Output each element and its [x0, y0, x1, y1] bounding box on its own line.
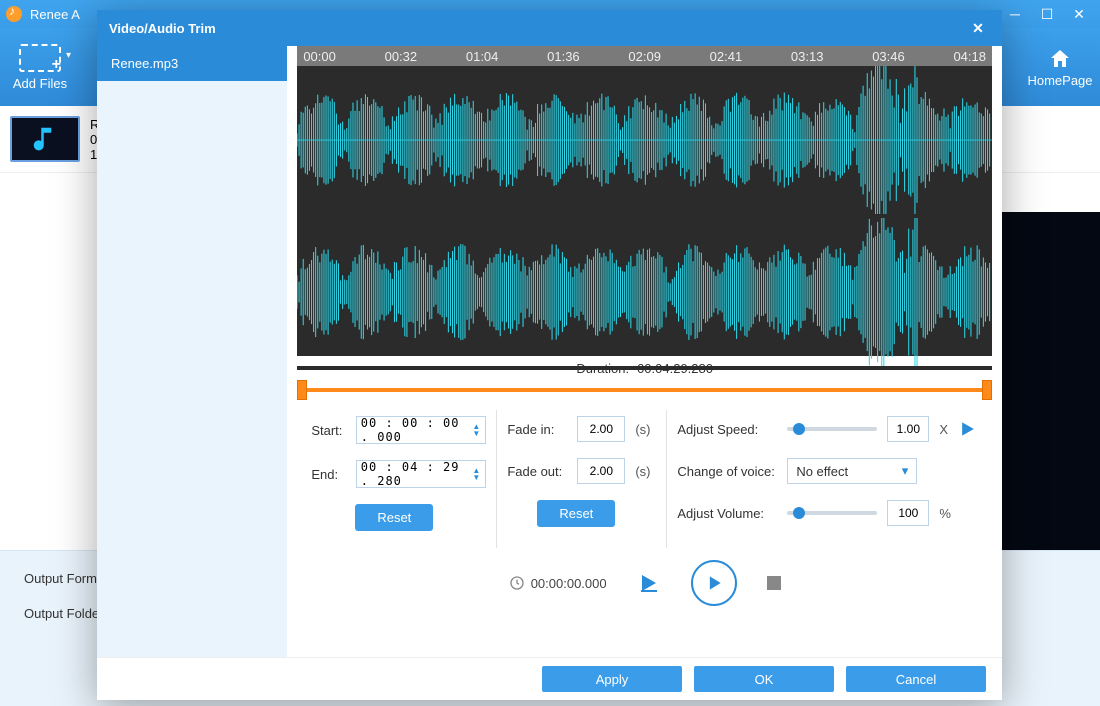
- start-down-icon[interactable]: ▼: [471, 430, 481, 437]
- timeline-ruler[interactable]: 00:00 00:32 01:04 01:36 02:09 02:41 03:1…: [297, 46, 992, 66]
- end-label: End:: [311, 467, 345, 482]
- window-close-button[interactable]: ✕: [1064, 3, 1094, 25]
- fadeout-unit: (s): [635, 464, 650, 479]
- speed-slider[interactable]: [787, 427, 877, 431]
- trim-handle-end[interactable]: [982, 380, 992, 400]
- volume-unit: %: [939, 506, 951, 521]
- chevron-down-icon: ▾: [902, 463, 909, 479]
- end-down-icon[interactable]: ▼: [471, 474, 481, 481]
- end-time-input[interactable]: 00 : 04 : 29 . 280 ▲▼: [356, 460, 487, 488]
- dialog-footer: Apply OK Cancel: [97, 657, 1002, 700]
- trim-range-bar[interactable]: [297, 380, 992, 400]
- home-icon: [1048, 47, 1072, 71]
- cancel-button[interactable]: Cancel: [846, 666, 986, 692]
- start-time-input[interactable]: 00 : 00 : 00 . 000 ▲▼: [356, 416, 487, 444]
- fadeout-label: Fade out:: [507, 464, 567, 479]
- trim-dialog: Video/Audio Trim ✕ Renee.mp3 00:00 00:32…: [97, 10, 1002, 700]
- trim-reset-button[interactable]: Reset: [355, 504, 433, 531]
- fadeout-input[interactable]: [577, 458, 625, 484]
- volume-value-input[interactable]: [887, 500, 929, 526]
- fadein-input[interactable]: [577, 416, 625, 442]
- homepage-button[interactable]: HomePage: [1020, 28, 1100, 106]
- fadein-label: Fade in:: [507, 422, 567, 437]
- preview-panel: [1000, 212, 1100, 592]
- add-files-icon: [19, 44, 61, 72]
- dialog-sidebar: Renee.mp3: [97, 46, 287, 657]
- music-note-icon: [30, 124, 60, 154]
- play-button[interactable]: [691, 560, 737, 606]
- volume-slider[interactable]: [787, 511, 877, 515]
- voice-select[interactable]: No effect ▾: [787, 458, 917, 484]
- trim-track: [303, 388, 986, 392]
- playback-time: 00:00:00.000: [509, 575, 607, 591]
- fade-reset-button[interactable]: Reset: [537, 500, 615, 527]
- dialog-close-button[interactable]: ✕: [966, 16, 990, 40]
- trim-handle-start[interactable]: [297, 380, 307, 400]
- fadein-unit: (s): [635, 422, 650, 437]
- window-minimize-button[interactable]: ─: [1000, 3, 1030, 25]
- stop-button[interactable]: [767, 576, 781, 590]
- app-logo-icon: [6, 6, 22, 22]
- export-play-icon[interactable]: [637, 571, 661, 595]
- waveform-left: [297, 66, 992, 218]
- speed-label: Adjust Speed:: [677, 422, 777, 437]
- speed-play-icon[interactable]: [958, 419, 978, 439]
- speed-value-input[interactable]: [887, 416, 929, 442]
- ok-button[interactable]: OK: [694, 666, 834, 692]
- file-thumb: [10, 116, 80, 162]
- window-maximize-button[interactable]: ☐: [1032, 3, 1062, 25]
- play-icon: [704, 573, 724, 593]
- sidebar-item-file[interactable]: Renee.mp3: [97, 46, 287, 81]
- app-title: Renee A: [30, 7, 80, 22]
- voice-value: No effect: [796, 464, 848, 479]
- speed-unit: X: [939, 422, 948, 437]
- start-label: Start:: [311, 423, 345, 438]
- voice-label: Change of voice:: [677, 464, 777, 479]
- apply-button[interactable]: Apply: [542, 666, 682, 692]
- waveform-right: [297, 218, 992, 370]
- clock-icon: [509, 575, 525, 591]
- add-files-button[interactable]: Add Files: [0, 28, 80, 106]
- homepage-label: HomePage: [1027, 73, 1092, 88]
- transport-controls: 00:00:00.000: [297, 548, 992, 618]
- volume-label: Adjust Volume:: [677, 506, 777, 521]
- dialog-title: Video/Audio Trim: [109, 21, 216, 36]
- dialog-titlebar: Video/Audio Trim ✕: [97, 10, 1002, 46]
- add-files-label: Add Files: [13, 76, 67, 91]
- waveform-area[interactable]: [297, 66, 992, 356]
